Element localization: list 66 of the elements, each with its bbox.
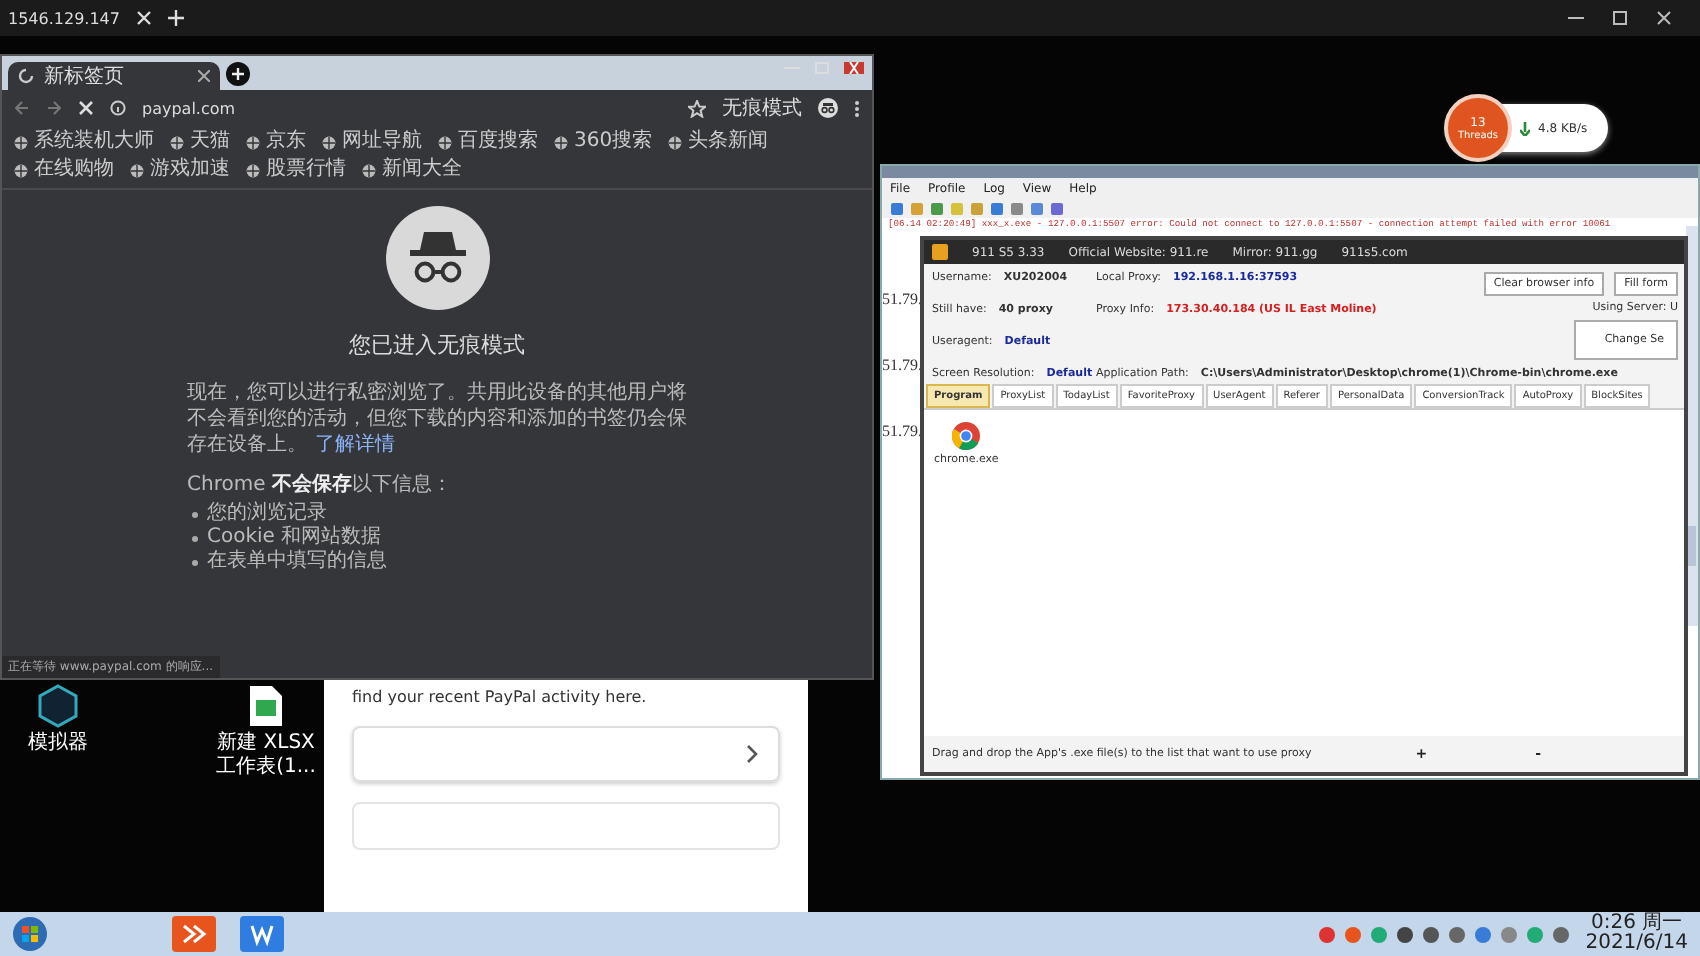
plus-icon[interactable] — [167, 10, 184, 26]
desktop-icon-label[interactable]: 模拟器 — [28, 732, 88, 755]
address-bar[interactable]: paypal.com — [142, 99, 672, 117]
intro-paragraph: 现在，您可以进行私密浏览了。共用此设备的其他用户将不会看到您的活动，但您下载的内容和添加的书签仍会保存在设备上。 了解详情 — [187, 380, 687, 458]
bookmark[interactable]: 股票行情 — [246, 158, 346, 182]
forward-icon[interactable] — [46, 100, 62, 116]
restore-icon[interactable] — [1612, 10, 1628, 26]
bullet-icon — [191, 535, 197, 541]
learn-more-link[interactable]: 了解详情 — [315, 434, 395, 456]
browser-tab[interactable]: 新标签页 — [8, 62, 220, 90]
page-text: find your recent PayPal activity here. — [352, 688, 649, 706]
list-item: 您的浏览记录 — [207, 502, 327, 525]
log-text: 51.79. — [882, 356, 922, 374]
spreadsheet-file-icon[interactable] — [248, 684, 284, 728]
bookmark[interactable]: 百度搜索 — [438, 130, 538, 154]
bullet-icon — [191, 559, 197, 565]
loading-icon — [18, 68, 34, 84]
globe-icon — [438, 135, 452, 149]
bookmark[interactable]: 在线购物 — [14, 158, 114, 182]
globe-icon — [362, 163, 376, 177]
bullet-icon — [191, 511, 197, 517]
bookmark[interactable]: 天猫 — [170, 130, 230, 154]
bookmark[interactable]: 新闻大全 — [362, 158, 462, 182]
clock-time: 0:26 周一 — [1591, 914, 1683, 934]
app-icon[interactable] — [172, 916, 216, 952]
start-orb-icon[interactable] — [12, 916, 48, 952]
info-icon — [110, 100, 126, 116]
app-logo-icon — [932, 244, 948, 260]
list-item: 在表单中填写的信息 — [207, 550, 387, 574]
star-icon[interactable] — [688, 99, 706, 117]
bookmark[interactable]: 头条新闻 — [668, 130, 769, 154]
globe-icon — [246, 163, 260, 177]
new-tab-icon[interactable] — [226, 61, 250, 85]
bookmark[interactable]: 360搜索 — [554, 130, 653, 154]
globe-icon — [14, 163, 28, 177]
globe-icon — [246, 135, 260, 149]
incognito-avatar-icon[interactable] — [818, 98, 838, 118]
document-app-icon[interactable] — [240, 916, 284, 952]
info-heading: Chrome 不会保存以下信息： — [187, 471, 454, 498]
log-text: 51.79. — [882, 422, 922, 440]
close-icon[interactable] — [1656, 10, 1672, 26]
globe-icon — [322, 135, 336, 149]
log-text: 51.79. — [882, 290, 922, 308]
chevron-right-icon[interactable] — [746, 744, 758, 764]
page-heading: 您已进入无痕模式 — [349, 330, 525, 360]
close-icon[interactable] — [198, 70, 210, 82]
bookmark[interactable]: 游戏加速 — [130, 158, 230, 182]
incognito-label: 无痕模式 — [722, 95, 802, 122]
globe-icon — [14, 135, 28, 149]
globe-icon — [668, 135, 683, 149]
incognito-icon — [385, 206, 489, 310]
desktop-icon-label[interactable]: 新建 XLSX 工作表(1... — [212, 732, 320, 778]
more-icon[interactable] — [854, 99, 860, 117]
hexagon-app-icon[interactable] — [36, 684, 80, 728]
chrome-logo-icon — [952, 422, 981, 450]
remote-address: 1546.129.147 — [8, 9, 120, 27]
clock-date: 2021/6/14 — [1585, 934, 1688, 954]
download-arrow-icon — [1520, 121, 1530, 135]
globe-icon — [554, 135, 568, 149]
globe-icon — [170, 135, 184, 149]
globe-icon — [130, 163, 144, 177]
list-item: Cookie 和网站数据 — [207, 526, 382, 549]
bookmark[interactable]: 网址导航 — [322, 130, 422, 154]
bookmark[interactable]: 京东 — [246, 130, 306, 154]
bookmark[interactable]: 系统装机大师 — [14, 130, 154, 154]
back-icon[interactable] — [14, 100, 30, 116]
